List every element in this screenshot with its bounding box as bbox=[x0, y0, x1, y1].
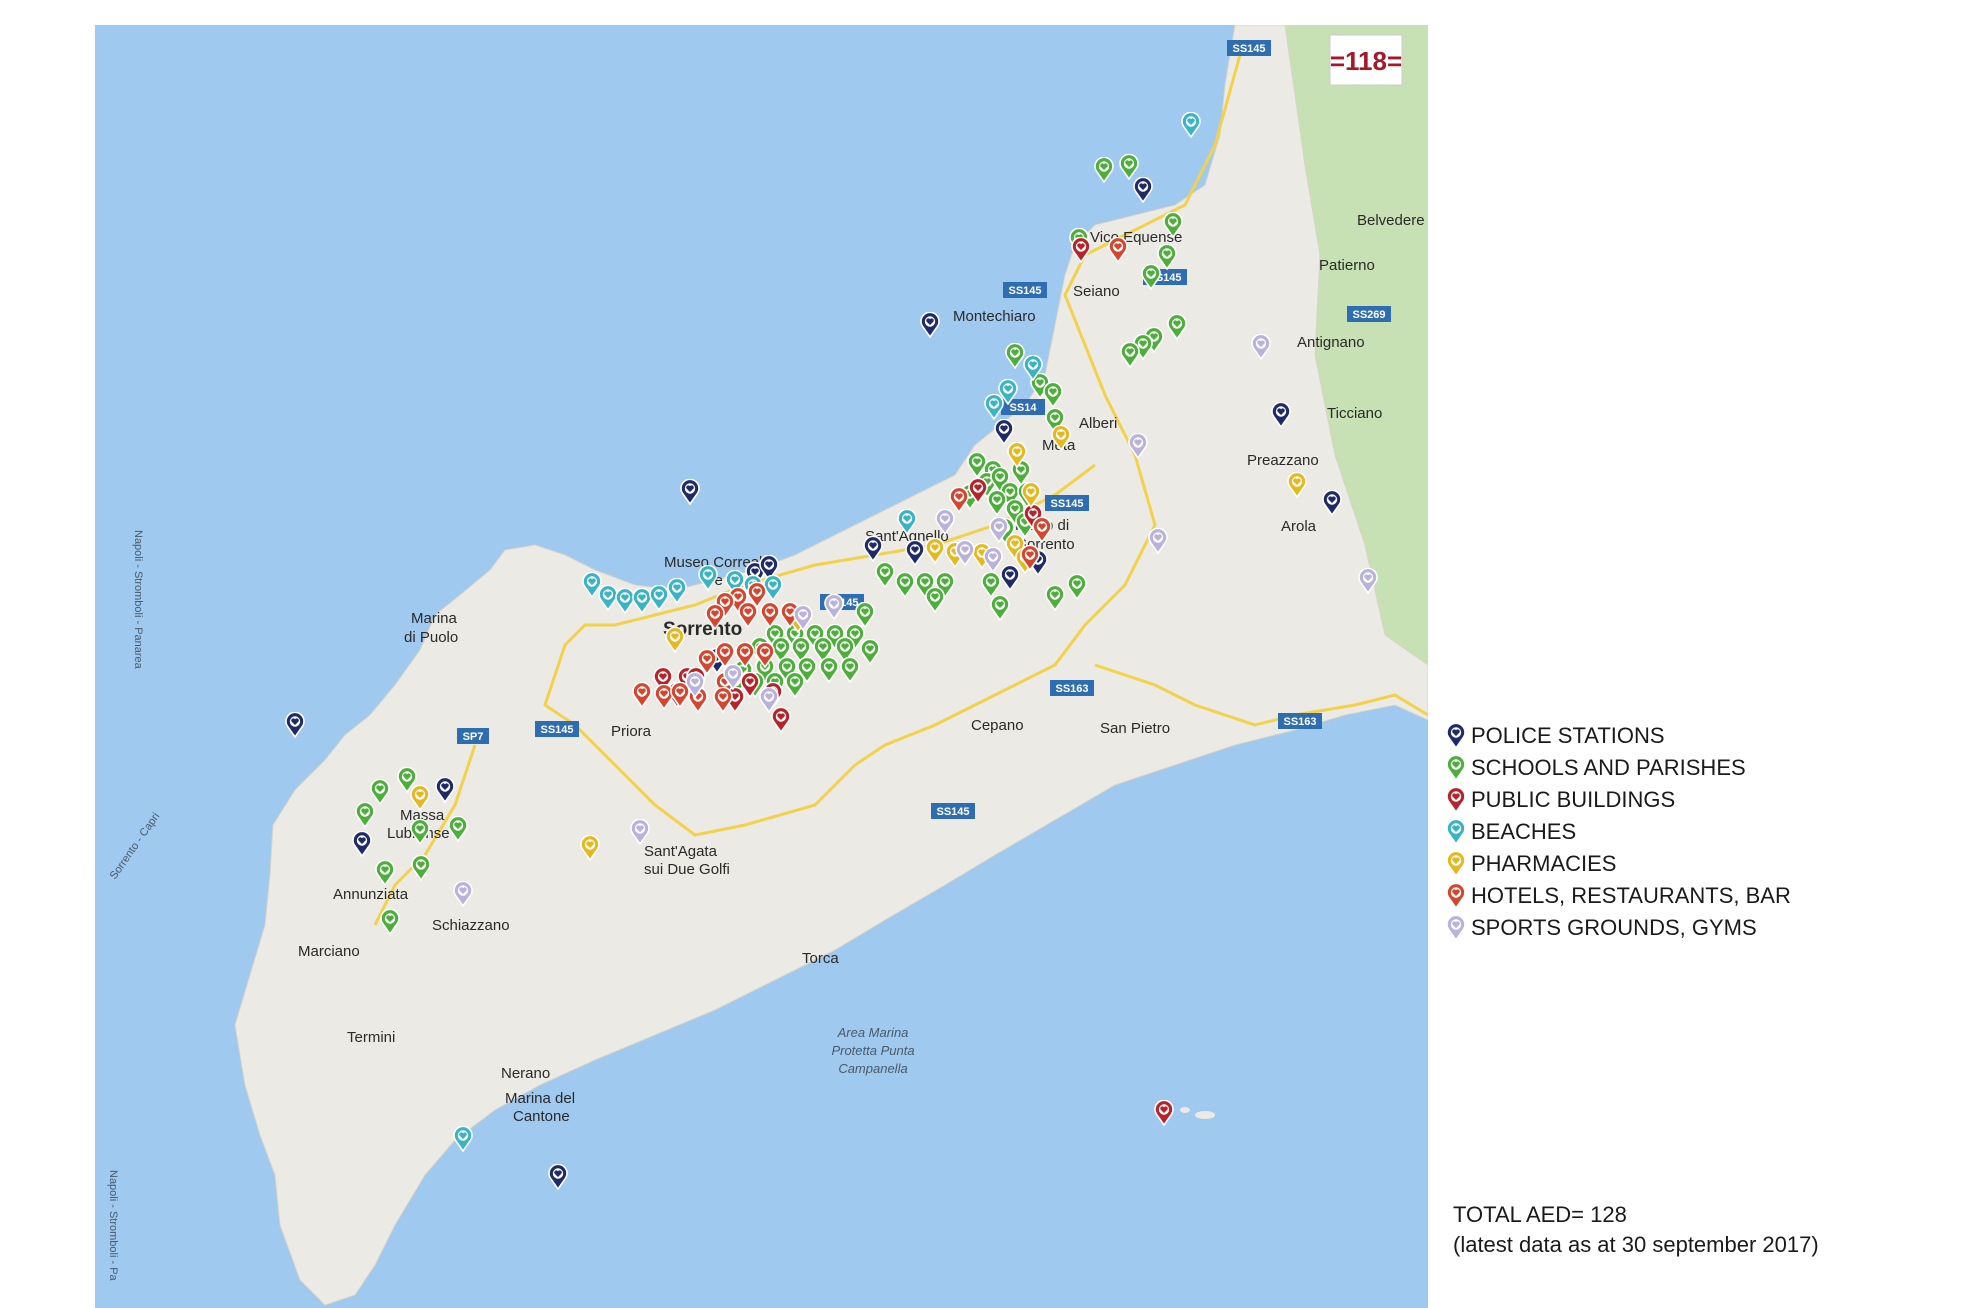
road-label: SS145 bbox=[540, 724, 573, 736]
place-label: Alberi bbox=[1079, 415, 1117, 432]
ferry-route-label: Napoli - Stromboli - Panarea bbox=[132, 530, 144, 670]
legend-item: SCHOOLS AND PARISHES bbox=[1445, 752, 1965, 784]
sports-marker-icon bbox=[1445, 915, 1467, 941]
legend-item: BEACHES bbox=[1445, 816, 1965, 848]
place-label: San Pietro bbox=[1100, 720, 1170, 737]
legend-item: SPORTS GROUNDS, GYMS bbox=[1445, 912, 1965, 944]
legend-item: HOTELS, RESTAURANTS, BAR bbox=[1445, 880, 1965, 912]
place-label: Marina bbox=[411, 610, 458, 627]
place-label: Annunziata bbox=[333, 886, 409, 903]
place-label: sui Due Golfi bbox=[644, 861, 730, 878]
legend-item: PHARMACIES bbox=[1445, 848, 1965, 880]
place-label: Ticciano bbox=[1327, 405, 1382, 422]
road-label: SS14 bbox=[1010, 402, 1038, 414]
place-label: Patierno bbox=[1319, 257, 1375, 274]
legend-label: POLICE STATIONS bbox=[1471, 723, 1665, 748]
school-marker-icon bbox=[1445, 755, 1467, 781]
legend-label: SPORTS GROUNDS, GYMS bbox=[1471, 915, 1757, 940]
island bbox=[1180, 1107, 1190, 1113]
place-label: Priora bbox=[611, 723, 652, 740]
legend-label: SCHOOLS AND PARISHES bbox=[1471, 755, 1746, 780]
place-label: Nerano bbox=[501, 1065, 550, 1082]
ferry-route-label: Napoli - Stromboli - Pa bbox=[107, 1170, 119, 1282]
place-label: Termini bbox=[347, 1029, 395, 1046]
road-label: SS145 bbox=[1050, 498, 1083, 510]
place-label: Preazzano bbox=[1247, 452, 1319, 469]
pharmacy-marker-icon bbox=[1445, 851, 1467, 877]
place-label: Seiano bbox=[1073, 283, 1120, 300]
beach-marker-icon bbox=[1445, 819, 1467, 845]
place-label: Belvedere bbox=[1357, 212, 1425, 229]
place-label: Montechiaro bbox=[953, 308, 1036, 325]
svg-text:Area Marina: Area Marina bbox=[837, 1025, 909, 1040]
total-aed-date: (latest data as at 30 september 2017) bbox=[1453, 1232, 1819, 1257]
road-label: SS269 bbox=[1352, 309, 1385, 321]
road-label: SS163 bbox=[1055, 683, 1088, 695]
place-label: Torca bbox=[802, 950, 839, 967]
legend-item: POLICE STATIONS bbox=[1445, 720, 1965, 752]
island bbox=[1195, 1111, 1215, 1119]
legend-label: HOTELS, RESTAURANTS, BAR bbox=[1471, 883, 1791, 908]
road-label: SS145 bbox=[1232, 43, 1265, 55]
place-label: Sant'Agata bbox=[644, 843, 718, 860]
public-building-marker-icon bbox=[1445, 787, 1467, 813]
svg-text:Protetta Punta: Protetta Punta bbox=[831, 1043, 914, 1058]
road-label: SS145 bbox=[1008, 285, 1041, 297]
legend-label: PUBLIC BUILDINGS bbox=[1471, 787, 1676, 812]
marine-area-label: Area Marina Protetta Punta Campanella bbox=[831, 1025, 914, 1076]
place-label: Arola bbox=[1281, 518, 1317, 535]
place-label: Marciano bbox=[298, 943, 360, 960]
legend-label: PHARMACIES bbox=[1471, 851, 1617, 876]
place-label: Cepano bbox=[971, 717, 1024, 734]
svg-text:Campanella: Campanella bbox=[838, 1061, 907, 1076]
road-label: SS163 bbox=[1283, 716, 1316, 728]
police-marker-icon bbox=[1445, 723, 1467, 749]
legend: POLICE STATIONS SCHOOLS AND PARISHES PUBLI… bbox=[1445, 720, 1965, 944]
road-label: SP7 bbox=[463, 731, 484, 743]
legend-item: PUBLIC BUILDINGS bbox=[1445, 784, 1965, 816]
legend-label: BEACHES bbox=[1471, 819, 1577, 844]
place-label: Marina del bbox=[505, 1090, 575, 1107]
map: =118= SS145 SS145 SS145 SS269 SS14 SS145… bbox=[95, 25, 1428, 1308]
place-label: Cantone bbox=[513, 1108, 570, 1125]
hotel-marker-icon bbox=[1445, 883, 1467, 909]
total-aed-count: TOTAL AED= 128 bbox=[1453, 1202, 1627, 1227]
emergency-badge: =118= bbox=[1330, 46, 1402, 76]
road-label: SS145 bbox=[936, 806, 969, 818]
place-label: Antignano bbox=[1297, 334, 1365, 351]
total-aed: TOTAL AED= 128 (latest data as at 30 sep… bbox=[1453, 1200, 1819, 1260]
place-label: Schiazzano bbox=[432, 917, 510, 934]
place-label: di Puolo bbox=[404, 629, 458, 646]
